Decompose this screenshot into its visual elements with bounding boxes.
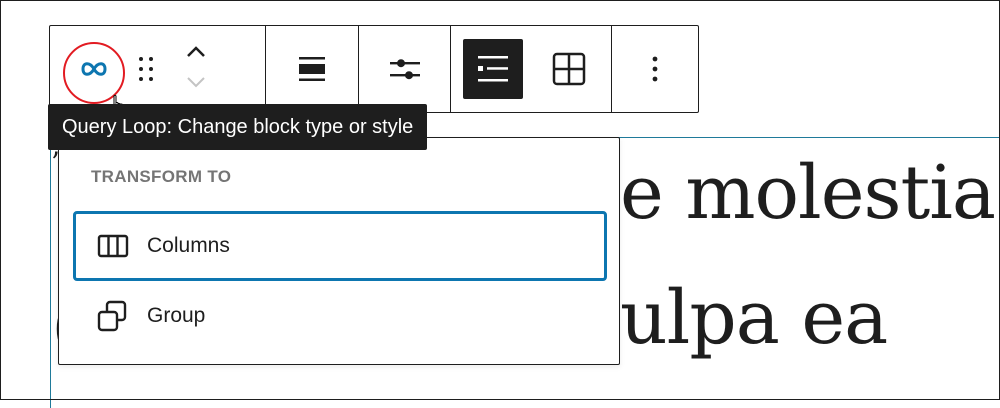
- toolbar-group-options: [612, 26, 698, 112]
- group-label: Group: [147, 304, 206, 327]
- transform-dropdown: TRANSFORM TO Columns Group: [58, 137, 620, 365]
- transform-to-columns[interactable]: Columns: [73, 211, 607, 281]
- list-view-icon: [476, 53, 510, 85]
- drag-handle-button[interactable]: [126, 39, 166, 99]
- post-title-line-1: e molestia: [620, 150, 996, 236]
- move-down-button[interactable]: [178, 73, 214, 95]
- block-mover: [166, 29, 226, 109]
- move-up-button[interactable]: [178, 43, 214, 65]
- chevron-down-icon: [185, 75, 207, 94]
- columns-label: Columns: [147, 234, 230, 257]
- list-view-button[interactable]: [463, 39, 523, 99]
- post-title-line-2: ulpa ea: [620, 275, 888, 361]
- columns-icon: [93, 226, 133, 266]
- tooltip: Query Loop: Change block type or style: [48, 104, 428, 150]
- change-block-type-button[interactable]: [62, 39, 126, 114]
- transform-to-group[interactable]: Group: [73, 281, 607, 351]
- display-settings-button[interactable]: [375, 39, 435, 99]
- toolbar-group-layout: [451, 26, 612, 112]
- toolbar-group-block: [50, 26, 266, 114]
- dropdown-heading: TRANSFORM TO: [91, 167, 232, 186]
- grid-view-icon: [552, 52, 586, 86]
- align-wide-icon: [297, 56, 327, 82]
- align-button[interactable]: [282, 39, 342, 99]
- drag-handle-icon: [137, 55, 155, 83]
- grid-view-button[interactable]: [539, 39, 599, 99]
- settings-sliders-icon: [389, 55, 421, 83]
- more-vertical-icon: [651, 55, 659, 83]
- toolbar-group-settings: [359, 26, 451, 112]
- block-toolbar: [49, 25, 699, 114]
- group-icon: [93, 296, 133, 336]
- chevron-up-icon: [185, 45, 207, 64]
- toolbar-group-align: [266, 26, 359, 112]
- more-options-button[interactable]: [625, 39, 685, 99]
